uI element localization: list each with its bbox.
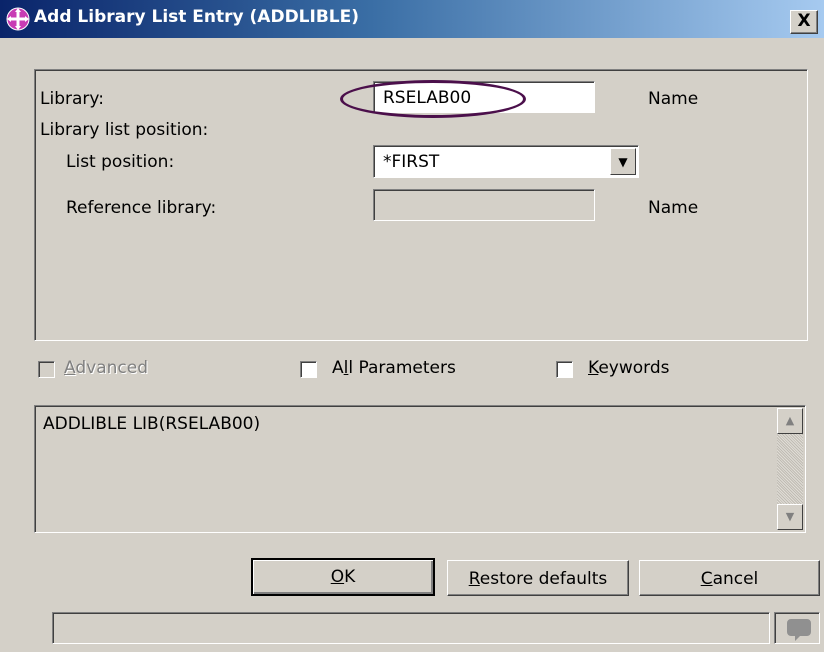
reference-library-label: Reference library: [66,198,217,218]
list-position-select[interactable]: *FIRST ▼ [373,145,639,178]
list-position-label: List position: [66,152,175,172]
title-bar[interactable]: Add Library List Entry (ADDLIBLE) X [0,0,824,38]
all-parameters-label[interactable]: All Parameters [332,358,456,378]
keywords-label[interactable]: Keywords [588,358,669,378]
all-parameters-checkbox[interactable] [300,361,317,378]
command-icon [6,7,30,31]
command-preview-text: ADDLIBLE LIB(RSELAB00) [43,414,261,434]
reference-library-input[interactable] [373,189,595,221]
scroll-down-icon[interactable]: ▼ [777,504,803,530]
speech-bubble-icon[interactable] [774,612,820,644]
close-button[interactable]: X [790,10,818,34]
command-preview-area[interactable]: ADDLIBLE LIB(RSELAB00) ▲ ▼ [34,405,806,533]
window-title: Add Library List Entry (ADDLIBLE) [34,7,360,27]
library-label: Library: [40,89,104,109]
restore-defaults-button[interactable]: Restore defaults [447,560,629,596]
list-position-value: *FIRST [383,152,440,172]
keywords-checkbox[interactable] [556,361,573,378]
cancel-button[interactable]: Cancel [639,560,820,596]
command-preview-scrollbar[interactable]: ▲ ▼ [777,408,803,530]
chevron-down-icon[interactable]: ▼ [610,148,636,175]
status-bar [52,612,770,644]
advanced-checkbox[interactable] [38,361,55,378]
advanced-label: Advanced [64,358,148,378]
ok-button[interactable]: OK [251,558,435,596]
highlight-ellipse [340,80,526,118]
library-name-hint: Name [648,89,699,109]
library-list-position-label: Library list position: [40,120,209,140]
dialog-window: Add Library List Entry (ADDLIBLE) X Libr… [0,0,824,652]
scroll-up-icon[interactable]: ▲ [777,408,803,434]
reference-library-name-hint: Name [648,198,699,218]
